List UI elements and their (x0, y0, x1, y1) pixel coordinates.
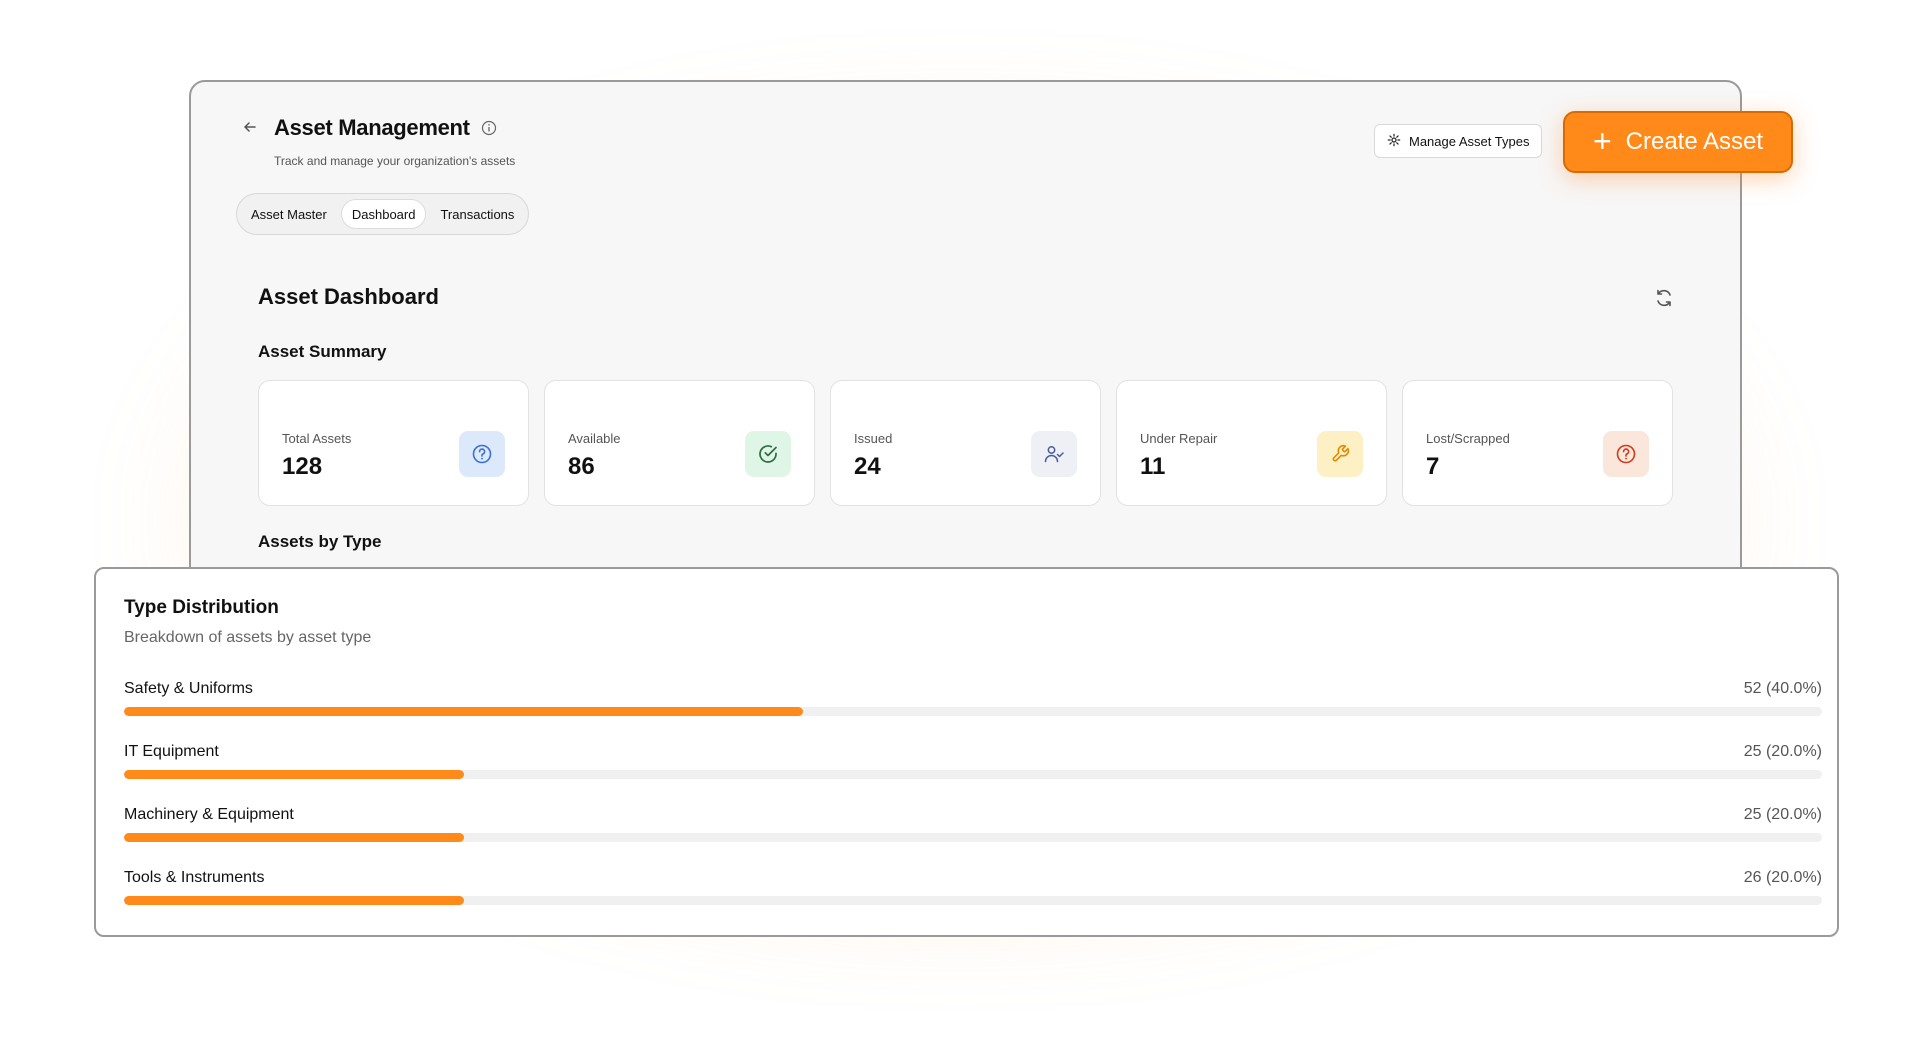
card-value: 7 (1426, 453, 1440, 480)
manage-asset-types-label: Manage Asset Types (1409, 133, 1530, 149)
card-label: Under Repair (1140, 431, 1218, 446)
create-asset-button[interactable]: + Create Asset (1563, 111, 1793, 173)
page-title: Asset Management (274, 115, 470, 140)
card-label: Lost/Scrapped (1426, 431, 1510, 446)
tab-transactions[interactable]: Transactions (430, 199, 524, 229)
card-total-assets[interactable]: Total Assets 128 (258, 380, 529, 506)
distribution-name: Safety & Uniforms (124, 680, 253, 697)
card-value: 128 (282, 453, 323, 480)
asset-management-window: Asset Management Track and manage your o… (189, 80, 1742, 600)
progress-fill (124, 770, 464, 779)
distribution-name: Machinery & Equipment (124, 806, 294, 823)
card-label: Available (568, 431, 621, 446)
wrench-icon (1317, 431, 1363, 477)
asset-summary-title: Asset Summary (258, 342, 387, 361)
distribution-row-safety-uniforms: Safety & Uniforms 52 (40.0%) (124, 680, 1822, 730)
progress-fill (124, 833, 464, 842)
type-distribution-subtitle: Breakdown of assets by asset type (124, 629, 372, 646)
distribution-value: 26 (20.0%) (1743, 869, 1822, 886)
card-value: 11 (1140, 453, 1166, 480)
user-check-icon (1031, 431, 1077, 477)
alert-circle-icon (1603, 431, 1649, 477)
card-value: 24 (854, 453, 881, 480)
distribution-row-machinery-equipment: Machinery & Equipment 25 (20.0%) (124, 806, 1822, 856)
card-lost-scrapped[interactable]: Lost/Scrapped 7 (1402, 380, 1673, 506)
distribution-value: 25 (20.0%) (1743, 743, 1822, 760)
progress-track (124, 833, 1822, 842)
type-distribution-panel: Type Distribution Breakdown of assets by… (94, 567, 1839, 937)
distribution-value: 52 (40.0%) (1743, 680, 1822, 697)
check-circle-icon (745, 431, 791, 477)
assets-by-type-title: Assets by Type (258, 532, 382, 551)
card-label: Total Assets (282, 431, 352, 446)
progress-track (124, 770, 1822, 779)
back-arrow-icon[interactable] (241, 118, 259, 136)
distribution-name: Tools & Instruments (124, 869, 265, 886)
question-circle-icon (459, 431, 505, 477)
manage-asset-types-button[interactable]: Manage Asset Types (1374, 124, 1543, 158)
distribution-name: IT Equipment (124, 743, 219, 760)
plus-icon: + (1592, 122, 1612, 159)
card-available[interactable]: Available 86 (544, 380, 815, 506)
tab-dashboard[interactable]: Dashboard (340, 199, 427, 229)
distribution-value: 25 (20.0%) (1743, 806, 1822, 823)
type-distribution-title: Type Distribution (124, 597, 279, 618)
distribution-row-tools-instruments: Tools & Instruments 26 (20.0%) (124, 869, 1822, 919)
card-issued[interactable]: Issued 24 (830, 380, 1101, 506)
progress-fill (124, 707, 804, 716)
info-icon[interactable] (481, 120, 497, 136)
distribution-row-it-equipment: IT Equipment 25 (20.0%) (124, 743, 1822, 793)
page-subtitle: Track and manage your organization's ass… (274, 154, 516, 168)
tab-bar: Asset Master Dashboard Transactions (236, 193, 530, 235)
progress-track (124, 896, 1822, 905)
refresh-icon[interactable] (1653, 287, 1675, 309)
card-label: Issued (854, 431, 893, 446)
card-value: 86 (568, 453, 595, 480)
summary-cards: Total Assets 128 Available 86 Issued 24 … (258, 380, 1673, 506)
gear-icon (1387, 133, 1401, 150)
card-under-repair[interactable]: Under Repair 11 (1116, 380, 1387, 506)
progress-track (124, 707, 1822, 716)
progress-fill (124, 896, 464, 905)
dashboard-title: Asset Dashboard (258, 284, 439, 309)
create-asset-label: Create Asset (1625, 128, 1764, 155)
tab-asset-master[interactable]: Asset Master (241, 199, 337, 229)
